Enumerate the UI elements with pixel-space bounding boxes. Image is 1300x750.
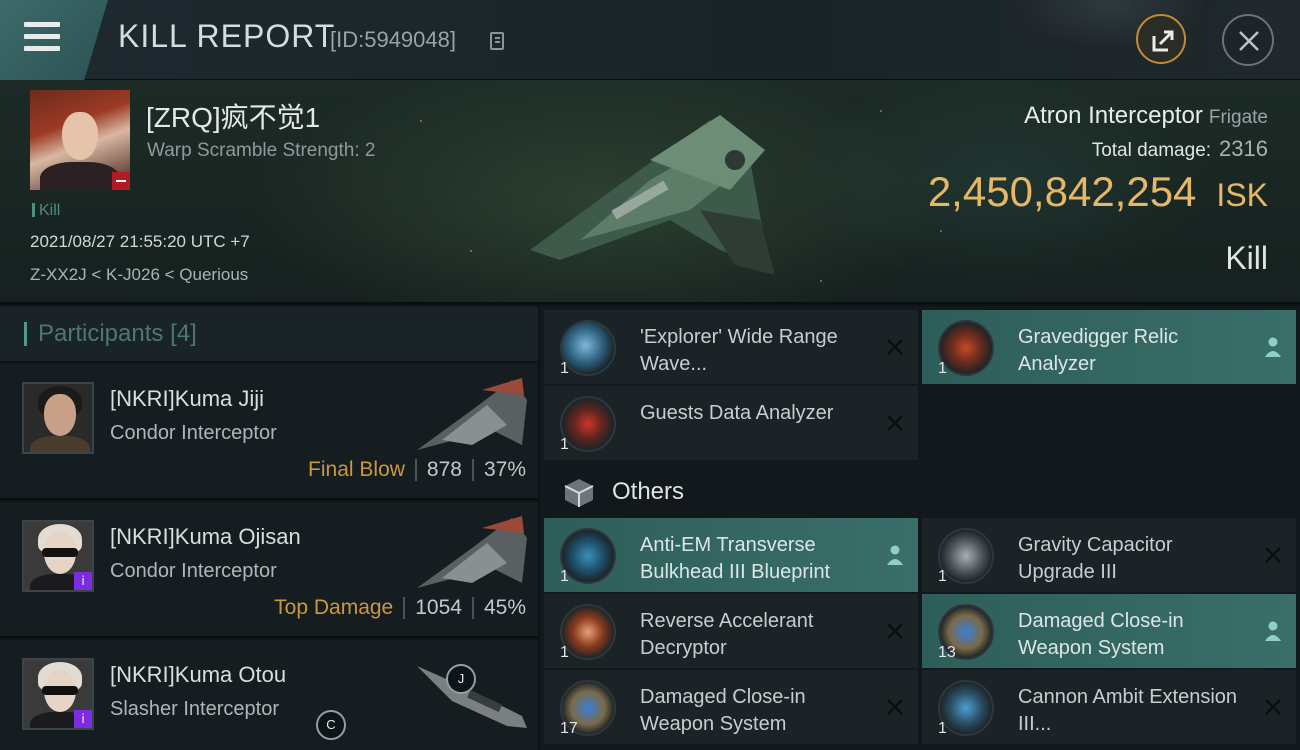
item-row[interactable]: 1 Reverse Accelerant Decryptor xyxy=(544,594,918,668)
participant-avatar[interactable] xyxy=(22,382,94,454)
participants-header: Participants [4] xyxy=(0,306,538,362)
item-name: 'Explorer' Wide Range Wave... xyxy=(640,326,838,375)
participant-ship-image xyxy=(417,516,527,588)
item-name: Damaged Close-in Weapon System xyxy=(640,686,806,735)
hamburger-icon xyxy=(24,22,60,27)
kill-result: Kill xyxy=(1225,240,1268,276)
participant-ship: Slasher Interceptor xyxy=(110,698,279,720)
item-row[interactable]: 1 Cannon Ambit Extension III... xyxy=(922,670,1296,744)
item-row[interactable]: 1 Gravedigger Relic Analyzer xyxy=(922,310,1296,384)
kill-location: Z-XX2J < K-J026 < Querious xyxy=(30,265,249,284)
victim-panel: [ZRQ]疯不觉1 Warp Scramble Strength: 2 Kill… xyxy=(0,80,1300,304)
destroyed-x-icon xyxy=(1265,547,1281,563)
victim-avatar[interactable] xyxy=(30,90,130,190)
destroyed-x-icon xyxy=(887,699,903,715)
victim-ship-name[interactable]: Atron Interceptor Frigate xyxy=(1024,102,1268,130)
item-row[interactable]: 1 Gravity Capacitor Upgrade III xyxy=(922,518,1296,592)
item-name: Gravity Capacitor Upgrade III xyxy=(1018,534,1173,583)
info-badge-icon: i xyxy=(74,710,92,728)
total-damage: Total damage: 2316 xyxy=(1091,136,1268,161)
destroyed-x-icon xyxy=(887,339,903,355)
item-row[interactable]: 1 Anti-EM Transverse Bulkhead III Bluepr… xyxy=(544,518,918,592)
close-icon xyxy=(1239,31,1259,51)
close-button[interactable] xyxy=(1222,14,1274,66)
participant-stats: Final Blow 878 37% xyxy=(308,458,526,481)
item-name: Cannon Ambit Extension III... xyxy=(1018,686,1238,735)
copy-icon[interactable] xyxy=(490,32,504,50)
destroyed-x-icon xyxy=(1265,699,1281,715)
participant-name: [NKRI]Kuma Ojisan xyxy=(110,524,301,549)
item-row[interactable]: 1 'Explorer' Wide Range Wave... xyxy=(544,310,918,384)
participant-row[interactable]: i [NKRI]Kuma Ojisan Condor Interceptor T… xyxy=(0,502,538,638)
corp-j-icon[interactable]: J xyxy=(446,664,476,694)
items-panel: 1 'Explorer' Wide Range Wave... 1 Graved… xyxy=(540,306,1300,750)
item-name: Anti-EM Transverse Bulkhead III Blueprin… xyxy=(640,534,831,583)
participant-stats: Top Damage 1054 45% xyxy=(274,596,526,619)
page-title: KILL REPORT xyxy=(118,18,336,54)
item-name: Gravedigger Relic Analyzer xyxy=(1018,326,1179,375)
share-button[interactable] xyxy=(1136,14,1186,64)
participant-name: [NKRI]Kuma Otou xyxy=(110,662,287,687)
dropped-person-icon xyxy=(1265,337,1281,357)
participant-row[interactable]: i [NKRI]Kuma Otou Slasher Interceptor J … xyxy=(0,640,538,750)
report-id: [ID:5949048] xyxy=(330,27,456,52)
standing-badge-icon xyxy=(112,172,130,190)
destroyed-x-icon xyxy=(887,415,903,431)
item-name: Damaged Close-in Weapon System xyxy=(1018,610,1184,659)
participants-panel: Participants [4] [NKRI]Kuma Jiji Condor … xyxy=(0,306,538,750)
item-name: Guests Data Analyzer xyxy=(640,402,834,424)
participant-ship-image xyxy=(417,378,527,450)
share-icon xyxy=(1152,30,1174,52)
victim-ship-image xyxy=(530,115,775,275)
participant-ship: Condor Interceptor xyxy=(110,422,277,444)
isk-value: 2,450,842,254 ISK xyxy=(927,168,1268,215)
others-section-header: Others xyxy=(540,462,1300,518)
corp-c-icon[interactable]: C xyxy=(316,710,346,740)
menu-button[interactable] xyxy=(0,0,108,80)
participant-row[interactable]: [NKRI]Kuma Jiji Condor Interceptor Final… xyxy=(0,364,538,500)
item-name: Reverse Accelerant Decryptor xyxy=(640,610,814,659)
info-badge-icon: i xyxy=(74,572,92,590)
participant-ship: Condor Interceptor xyxy=(110,560,277,582)
participant-avatar[interactable]: i xyxy=(22,658,94,730)
item-row[interactable]: 13 Damaged Close-in Weapon System xyxy=(922,594,1296,668)
dropped-person-icon xyxy=(887,545,903,565)
destroyed-x-icon xyxy=(887,623,903,639)
cube-icon xyxy=(564,479,594,507)
warp-scramble-strength: Warp Scramble Strength: 2 xyxy=(147,140,376,161)
dropped-person-icon xyxy=(1265,621,1281,641)
kill-datetime: 2021/08/27 21:55:20 UTC +7 xyxy=(30,232,250,251)
item-row[interactable]: 1 Guests Data Analyzer xyxy=(544,386,918,460)
top-bar: KILL REPORT [ID:5949048] xyxy=(0,0,1300,80)
victim-name[interactable]: [ZRQ]疯不觉1 xyxy=(146,96,320,136)
participant-avatar[interactable]: i xyxy=(22,520,94,592)
participant-name: [NKRI]Kuma Jiji xyxy=(110,386,265,411)
kill-tag: Kill xyxy=(32,202,60,220)
item-row[interactable]: 17 Damaged Close-in Weapon System xyxy=(544,670,918,744)
